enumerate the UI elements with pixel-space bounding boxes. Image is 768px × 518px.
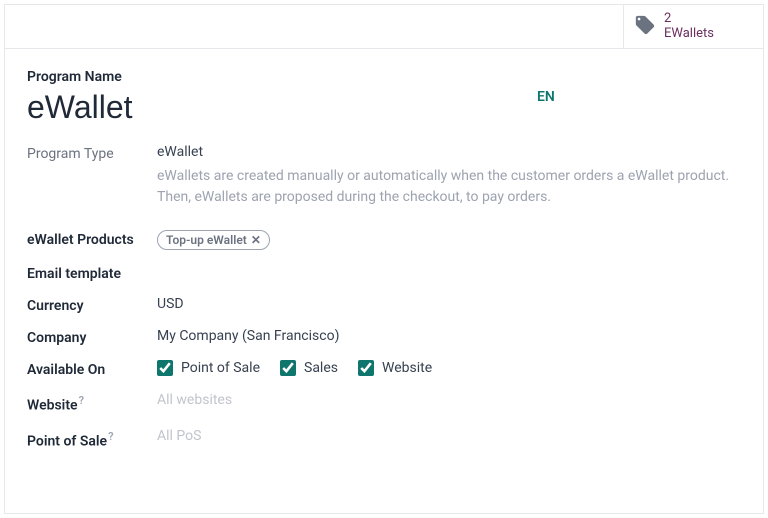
program-name-label: Program Name: [27, 69, 497, 85]
company-label: Company: [27, 328, 157, 346]
company-value[interactable]: My Company (San Francisco): [157, 328, 741, 344]
currency-value[interactable]: USD: [157, 296, 741, 312]
checkbox-website-label: Website: [382, 360, 432, 376]
language-badge[interactable]: EN: [537, 89, 555, 105]
help-icon[interactable]: ?: [108, 430, 113, 443]
help-icon[interactable]: ?: [79, 394, 84, 407]
form-card: 2 EWallets Program Name EN Program Type …: [4, 4, 764, 514]
checkbox-website[interactable]: [358, 360, 374, 376]
tags-icon: [634, 14, 656, 40]
checkbox-pos[interactable]: [157, 360, 173, 376]
form-body: Program Name EN Program Type eWallet eWa…: [5, 49, 763, 483]
product-tag[interactable]: Top-up eWallet ✕: [157, 230, 270, 250]
smart-button-ewallets[interactable]: 2 EWallets: [623, 5, 763, 48]
smart-button-count: 2: [664, 12, 714, 26]
pos-field-value[interactable]: All PoS: [157, 428, 741, 444]
available-on-label: Available On: [27, 360, 157, 378]
smart-button-text: 2 EWallets: [664, 12, 714, 41]
pos-field-label: Point of Sale?: [27, 428, 157, 450]
email-template-label: Email template: [27, 264, 157, 282]
ewallet-products-label: eWallet Products: [27, 230, 157, 248]
tag-remove-icon[interactable]: ✕: [251, 233, 261, 247]
checkbox-pos-label: Point of Sale: [181, 360, 260, 376]
checkbox-sales[interactable]: [280, 360, 296, 376]
website-field-label: Website?: [27, 392, 157, 414]
checkbox-sales-label: Sales: [304, 360, 338, 376]
smart-button-label: EWallets: [664, 27, 714, 41]
website-field-value[interactable]: All websites: [157, 392, 741, 408]
program-type-help: eWallets are created manually or automat…: [157, 166, 741, 208]
program-name-input[interactable]: [27, 89, 497, 126]
program-type-value: eWallet: [157, 144, 741, 160]
program-type-label: Program Type: [27, 144, 157, 162]
product-tag-label: Top-up eWallet: [166, 233, 247, 247]
currency-label: Currency: [27, 296, 157, 314]
form-header: 2 EWallets: [5, 5, 763, 49]
